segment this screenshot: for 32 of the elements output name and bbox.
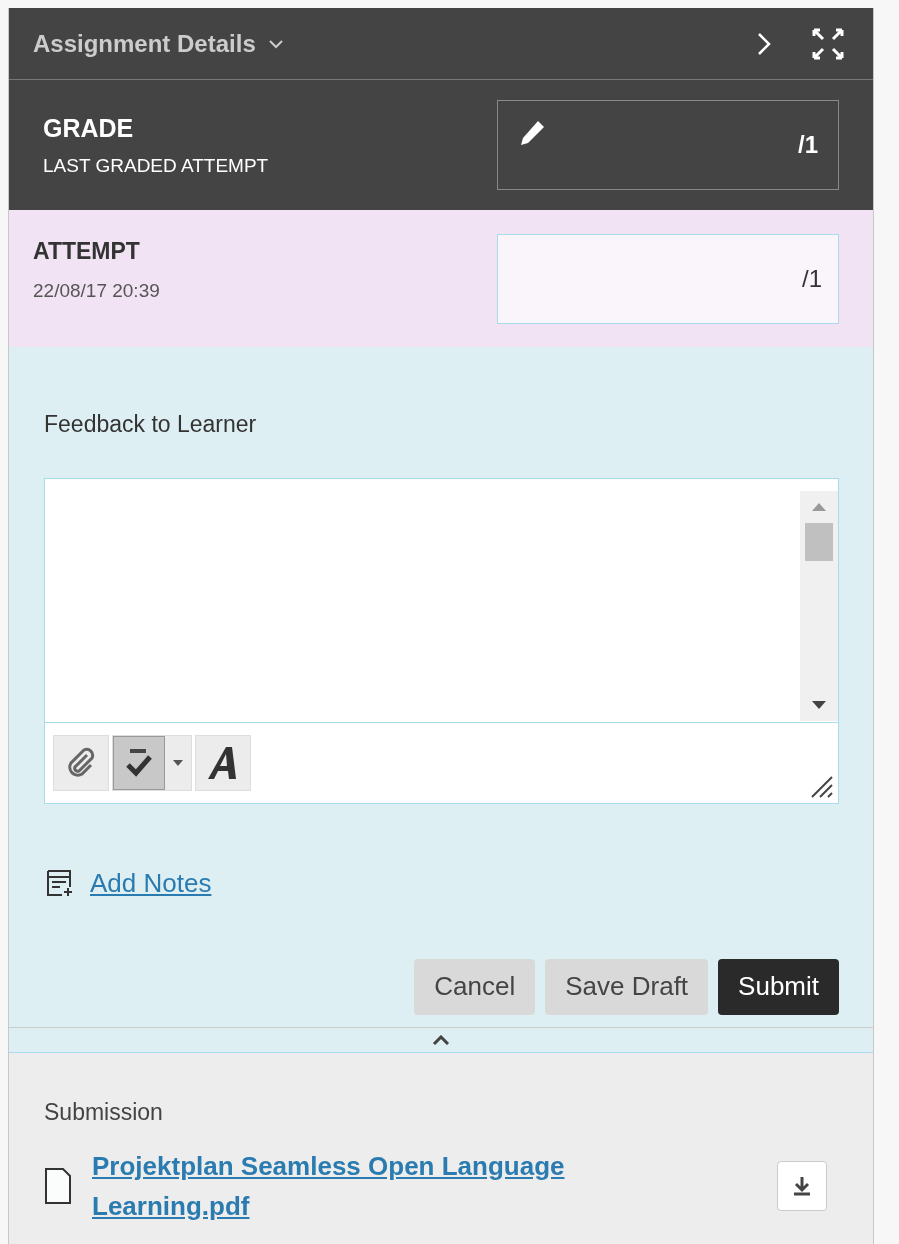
notes-icon — [44, 868, 74, 898]
submit-button[interactable]: Submit — [718, 958, 839, 1015]
format-button[interactable] — [195, 734, 251, 791]
scroll-down-icon[interactable] — [812, 700, 826, 709]
scrollbar[interactable] — [800, 490, 838, 721]
attempt-date: 22/08/17 20:39 — [33, 278, 160, 303]
grade-subtitle: LAST GRADED ATTEMPT — [43, 153, 269, 178]
submission-label: Submission — [44, 1098, 164, 1127]
caret-icon — [173, 759, 183, 766]
download-button[interactable] — [777, 1160, 827, 1211]
grade-out-of: /1 — [798, 130, 818, 160]
attempt-out-of: /1 — [802, 264, 822, 294]
feedback-label: Feedback to Learner — [44, 410, 258, 439]
chevron-down-icon — [267, 38, 284, 49]
grade-title: GRADE — [43, 113, 135, 144]
grade-input[interactable]: /1 — [497, 100, 839, 190]
download-icon — [791, 1174, 813, 1197]
secondary-button[interactable]: Save Draft — [545, 958, 709, 1015]
chevron-up-icon — [432, 1035, 450, 1045]
scrollbar-thumb[interactable] — [805, 522, 833, 561]
spellcheck-button[interactable] — [113, 735, 165, 790]
expand-icon[interactable] — [811, 26, 845, 61]
file-link[interactable]: Projektplan Seamless Open Language Learning.pdf — [92, 1145, 652, 1226]
document-icon — [44, 1166, 72, 1205]
attempt-score-input[interactable]: /1 — [497, 234, 839, 324]
add-notes-link[interactable]: Add Notes — [90, 863, 212, 903]
resize-handle-icon[interactable] — [810, 774, 834, 799]
panel-title-dropdown[interactable]: Assignment Details — [33, 25, 284, 62]
attempt-title: ATTEMPT — [33, 237, 141, 266]
attach-button[interactable] — [53, 734, 109, 791]
secondary-button[interactable]: Cancel — [414, 958, 536, 1015]
chevron-right-icon[interactable] — [757, 31, 771, 56]
